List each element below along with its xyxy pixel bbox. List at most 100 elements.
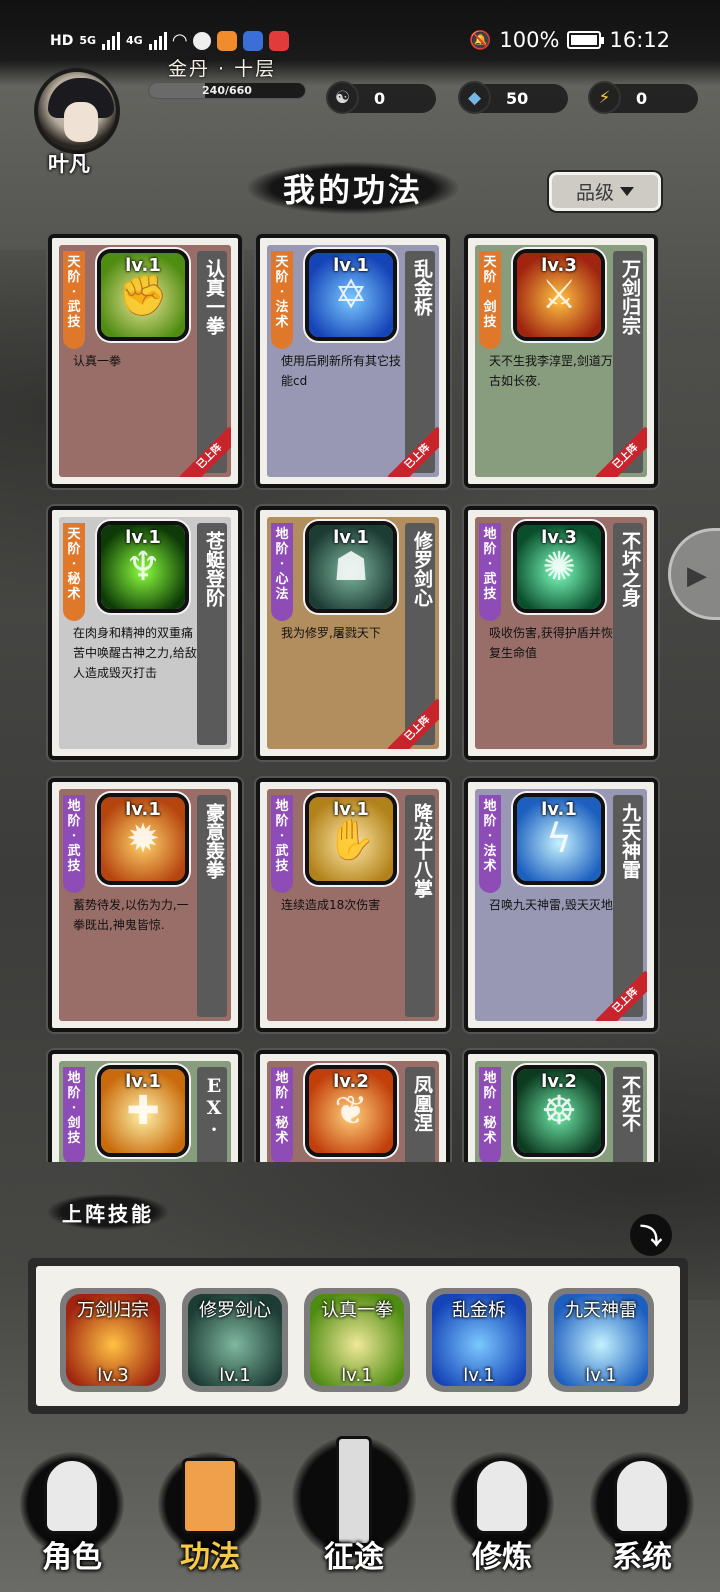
avatar-face [64, 102, 98, 142]
skill-card[interactable]: 地阶 · 秘术 ❦ lv.2 凤凰涅 [256, 1050, 450, 1162]
music-app-icon [242, 30, 263, 51]
skill-description: 吸收伤害,获得护盾并恢复生命值 [489, 626, 613, 660]
skill-name-column: 降龙十八掌 [405, 795, 435, 1017]
skill-card[interactable]: 地阶 · 武技 ✺ lv.3 不坏之身 吸收伤害,获得护盾并恢复生命值 [464, 506, 658, 760]
bottom-nav: 角色 功法 征途 修炼 系统 [0, 1400, 720, 1592]
app-notification-icon [216, 30, 237, 51]
skill-name: 凤凰涅 [411, 1075, 433, 1132]
skill-name-column: 苍蜓登阶 [197, 523, 227, 745]
nav-item-1[interactable]: 角色 [10, 1440, 134, 1580]
equipped-skill-level: lv.1 [341, 1365, 373, 1386]
nav-item-5[interactable]: 系统 [580, 1440, 704, 1580]
skill-card[interactable]: 天阶 · 武技 ✊ lv.1 认真一拳 认真一拳 已上阵 [48, 234, 242, 488]
skill-level: lv.2 [333, 1071, 369, 1092]
resource-value: 50 [506, 89, 529, 108]
skill-level: lv.1 [125, 255, 161, 276]
resource-counter: ☯ 0 [326, 81, 436, 114]
equipped-skill-slot[interactable]: 万剑归宗 lv.3 [60, 1288, 166, 1392]
equipped-skill-slot[interactable]: 九天神雷 lv.1 [548, 1288, 654, 1392]
equipped-skill-level: lv.1 [585, 1365, 617, 1386]
skill-level: lv.3 [541, 255, 577, 276]
equipped-skill-level: lv.1 [463, 1365, 495, 1386]
exp-text: 240/660 [202, 84, 252, 97]
skill-level: lv.1 [541, 799, 577, 820]
sword-emblem-icon [336, 1436, 372, 1546]
skill-icon: ⚔ lv.3 [513, 249, 605, 341]
skill-card-body: 地阶 · 剑技 ✚ lv.1 EX· [59, 1061, 231, 1162]
status-bar: HD 5G 4G ◠ 🔕 100% 16:12 [0, 0, 720, 86]
nav-item-3[interactable]: 征途 [292, 1436, 416, 1580]
skill-grade-tag: 地阶 · 武技 [63, 795, 85, 893]
spirit-stone-icon: ◆ [458, 81, 491, 114]
skill-card[interactable]: 地阶 · 心法 ☗ lv.1 修罗剑心 我为修罗,屠戮天下 已上阵 [256, 506, 450, 760]
skill-book-icon [182, 1458, 238, 1534]
skill-level: lv.1 [125, 527, 161, 548]
skill-icon: ✺ lv.3 [513, 521, 605, 613]
skill-name-column: 不坏之身 [613, 523, 643, 745]
skill-icon: ✹ lv.1 [97, 793, 189, 885]
nav-item-2[interactable]: 功法 [148, 1440, 272, 1580]
skill-description: 我为修罗,屠戮天下 [281, 626, 381, 640]
resource-value: 0 [636, 89, 648, 108]
skill-name: 不死不 [619, 1075, 641, 1132]
skill-grade-tag: 天阶 · 武技 [63, 251, 85, 349]
signal-4g-label: 4G [126, 34, 143, 47]
yin-yang-icon: ☯ [326, 81, 359, 114]
equipped-skill-name: 乱金柝 [452, 1300, 506, 1321]
skill-level: lv.3 [541, 527, 577, 548]
lightning-icon: ⚡ [588, 81, 621, 114]
mute-icon: 🔕 [469, 29, 492, 51]
skill-description: 召唤九天神雷,毁天灭地 [489, 898, 613, 912]
skill-icon: ✡ lv.1 [305, 249, 397, 341]
nav-label: 征途 [324, 1540, 384, 1575]
skill-icon: ✚ lv.1 [97, 1065, 189, 1157]
skill-grade-tag: 地阶 · 法术 [479, 795, 501, 893]
equipped-skill-slot[interactable]: 认真一拳 lv.1 [304, 1288, 410, 1392]
nav-label: 功法 [180, 1540, 240, 1575]
skill-card[interactable]: 地阶 · 武技 ✋ lv.1 降龙十八掌 连续造成18次伤害 [256, 778, 450, 1032]
clock: 16:12 [609, 28, 670, 52]
skill-card-body: 地阶 · 秘术 ❦ lv.2 凤凰涅 [267, 1061, 439, 1162]
equipped-skill-slot[interactable]: 乱金柝 lv.1 [426, 1288, 532, 1392]
skill-name-column: 凤凰涅 [405, 1067, 435, 1162]
system-icon [614, 1458, 670, 1534]
signal-5g-label: 5G [79, 34, 97, 47]
nav-label: 角色 [42, 1540, 102, 1575]
resource-counter: ⚡ 0 [588, 81, 698, 114]
battery-icon [567, 31, 605, 49]
skill-card-body: 天阶 · 剑技 ⚔ lv.3 万剑归宗 天不生我李淳罡,剑道万古如长夜. 已上阵 [475, 245, 647, 477]
video-camera-icon: ▶ [687, 561, 707, 591]
network-type: HD [50, 32, 74, 49]
character-icon [44, 1458, 100, 1534]
grade-filter-dropdown[interactable]: 品级 [549, 172, 661, 211]
skill-icon: ❦ lv.2 [305, 1065, 397, 1157]
skill-card-body: 天阶 · 秘术 ♆ lv.1 苍蜓登阶 在肉身和精神的双重痛苦中唤醒古神之力,给敌人造成毁灭… [59, 517, 231, 749]
skill-name-column: 不死不 [613, 1067, 643, 1162]
skill-card-body: 地阶 · 秘术 ☸ lv.2 不死不 [475, 1061, 647, 1162]
skill-level: lv.1 [125, 1071, 161, 1092]
skill-card[interactable]: 地阶 · 法术 ϟ lv.1 九天神雷 召唤九天神雷,毁天灭地 已上阵 [464, 778, 658, 1032]
skill-card[interactable]: 天阶 · 法术 ✡ lv.1 乱金柝 使用后刷新所有其它技能cd 已上阵 [256, 234, 450, 488]
equipped-skill-name: 认真一拳 [321, 1300, 393, 1321]
status-right: 🔕 100% 16:12 [469, 28, 670, 52]
skill-card-body: 地阶 · 心法 ☗ lv.1 修罗剑心 我为修罗,屠戮天下 已上阵 [267, 517, 439, 749]
skill-icon: ♆ lv.1 [97, 521, 189, 613]
equipped-skill-name: 九天神雷 [565, 1300, 637, 1321]
skill-card[interactable]: 地阶 · 剑技 ✚ lv.1 EX· [48, 1050, 242, 1162]
skill-card[interactable]: 地阶 · 秘术 ☸ lv.2 不死不 [464, 1050, 658, 1162]
caret-down-icon [620, 187, 634, 196]
skill-card[interactable]: 天阶 · 秘术 ♆ lv.1 苍蜓登阶 在肉身和精神的双重痛苦中唤醒古神之力,给敌人造成毁灭… [48, 506, 242, 760]
equipped-skill-slot[interactable]: 修罗剑心 lv.1 [182, 1288, 288, 1392]
nav-item-4[interactable]: 修炼 [440, 1440, 564, 1580]
player-avatar[interactable] [34, 68, 120, 154]
skill-icon: ϟ lv.1 [513, 793, 605, 885]
resource-counter: ◆ 50 [458, 81, 568, 114]
collapse-arrow-button[interactable]: ⤵ [630, 1214, 672, 1256]
floating-video-button[interactable]: ▶ [668, 528, 720, 620]
skill-card[interactable]: 天阶 · 剑技 ⚔ lv.3 万剑归宗 天不生我李淳罡,剑道万古如长夜. 已上阵 [464, 234, 658, 488]
signal-bars-icon [102, 31, 121, 50]
equipped-skill-name: 万剑归宗 [77, 1300, 149, 1321]
skill-card[interactable]: 地阶 · 武技 ✹ lv.1 豪意轰拳 蓄势待发,以伤为力,一拳既出,神鬼皆惊. [48, 778, 242, 1032]
grade-filter-label: 品级 [575, 182, 614, 204]
skill-icon: ☗ lv.1 [305, 521, 397, 613]
